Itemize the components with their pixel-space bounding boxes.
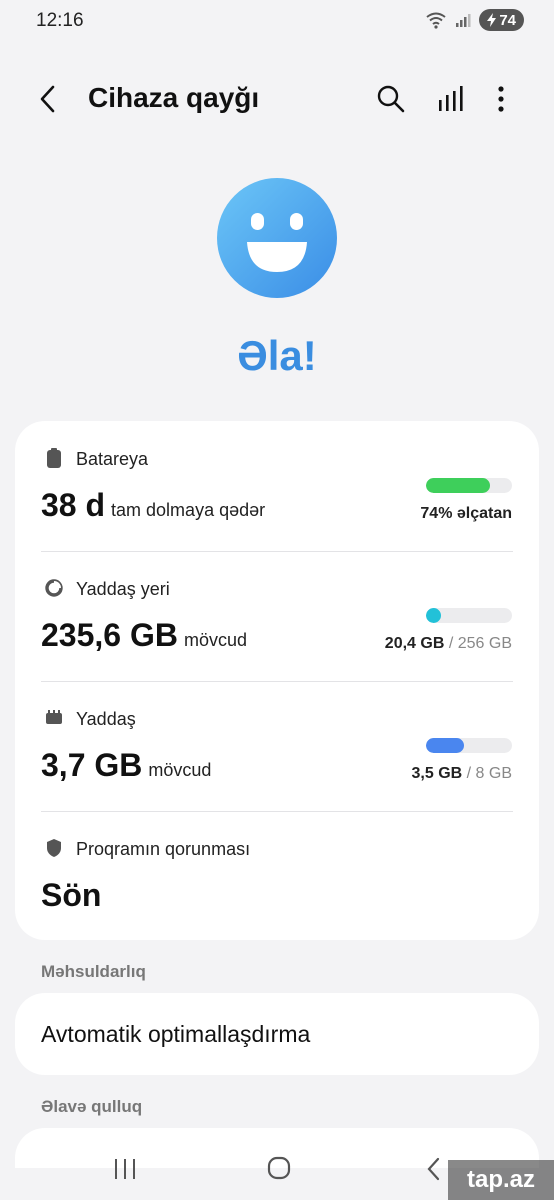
memory-usage: 3,5 GB / 8 GB bbox=[411, 765, 513, 782]
battery-progress bbox=[426, 478, 512, 493]
bar-chart-icon bbox=[439, 86, 463, 111]
memory-value: 3,7 GB mövcud bbox=[41, 747, 211, 784]
back-button[interactable] bbox=[34, 82, 64, 116]
app-protection-label: Proqramın qorunması bbox=[76, 839, 251, 859]
wifi-icon bbox=[426, 12, 446, 29]
storage-usage: 20,4 GB / 256 GB bbox=[384, 635, 512, 652]
signal-icon bbox=[456, 14, 471, 27]
header: Cihaza qayğı bbox=[0, 70, 554, 128]
recent-apps-button[interactable] bbox=[108, 1154, 142, 1184]
battery-unit: tam dolmaya qədər bbox=[111, 500, 266, 520]
memory-chip-icon bbox=[46, 710, 62, 724]
search-button[interactable] bbox=[374, 82, 408, 116]
search-icon bbox=[377, 85, 405, 113]
home-button[interactable] bbox=[262, 1154, 296, 1184]
battery-indicator: 74 bbox=[479, 9, 524, 31]
storage-row[interactable]: Yaddaş yeri 235,6 GB mövcud 20,4 GB / 25… bbox=[15, 551, 539, 681]
status-time: 12:16 bbox=[36, 10, 84, 31]
storage-available: 235,6 GB bbox=[41, 617, 178, 653]
battery-value: 38 d tam dolmaya qədər bbox=[41, 487, 265, 524]
auto-optimization-item[interactable]: Avtomatik optimallaşdırma bbox=[15, 993, 539, 1075]
more-options-button[interactable] bbox=[484, 82, 518, 116]
pie-chart-icon bbox=[45, 579, 63, 597]
storage-progress-fill bbox=[426, 608, 442, 623]
battery-progress-fill bbox=[426, 478, 490, 493]
memory-unit: mövcud bbox=[148, 760, 212, 780]
storage-value: 235,6 GB mövcud bbox=[41, 617, 247, 654]
storage-label: Yaddaş yeri bbox=[76, 579, 170, 599]
memory-progress bbox=[426, 738, 512, 753]
charging-icon bbox=[487, 13, 497, 27]
memory-progress-fill bbox=[426, 738, 464, 753]
watermark-logo: tap.az bbox=[448, 1160, 554, 1200]
recent-apps-icon bbox=[115, 1159, 135, 1179]
status-icons: 74 bbox=[425, 9, 524, 31]
chevron-left-icon bbox=[40, 85, 55, 113]
device-status: Əla! bbox=[237, 332, 317, 379]
app-protection-status: Sön bbox=[41, 877, 102, 913]
memory-label: Yaddaş bbox=[76, 709, 136, 729]
storage-unit: mövcud bbox=[183, 630, 247, 650]
battery-available: 74% əlçatan bbox=[420, 505, 512, 522]
more-vert-icon bbox=[498, 86, 504, 112]
status-bar: 12:16 74 bbox=[0, 0, 554, 44]
performance-section-label: Məhsuldarlıq bbox=[41, 962, 146, 981]
storage-progress bbox=[426, 608, 512, 623]
battery-icon bbox=[47, 448, 61, 468]
app-protection-value: Sön bbox=[41, 877, 101, 914]
battery-row[interactable]: Batareya 38 d tam dolmaya qədər 74% əlça… bbox=[15, 421, 539, 551]
extra-care-section-label: Əlavə qulluq bbox=[41, 1097, 143, 1116]
smiley-face-icon bbox=[217, 178, 337, 298]
diagnostics-button[interactable] bbox=[434, 82, 468, 116]
app-protection-row[interactable]: Proqramın qorunması Sön bbox=[15, 811, 539, 941]
shield-icon bbox=[47, 839, 61, 857]
battery-label: Batareya bbox=[76, 449, 149, 469]
home-icon bbox=[267, 1156, 291, 1180]
page-title: Cihaza qayğı bbox=[88, 82, 260, 113]
battery-time: 38 d bbox=[41, 487, 106, 523]
device-care-card: Batareya 38 d tam dolmaya qədər 74% əlça… bbox=[15, 421, 539, 940]
battery-percent: 74 bbox=[499, 11, 516, 29]
auto-optimization-label: Avtomatik optimallaşdırma bbox=[41, 1021, 311, 1047]
memory-row[interactable]: Yaddaş 3,7 GB mövcud 3,5 GB / 8 GB bbox=[15, 681, 539, 811]
memory-available: 3,7 GB bbox=[41, 747, 143, 783]
